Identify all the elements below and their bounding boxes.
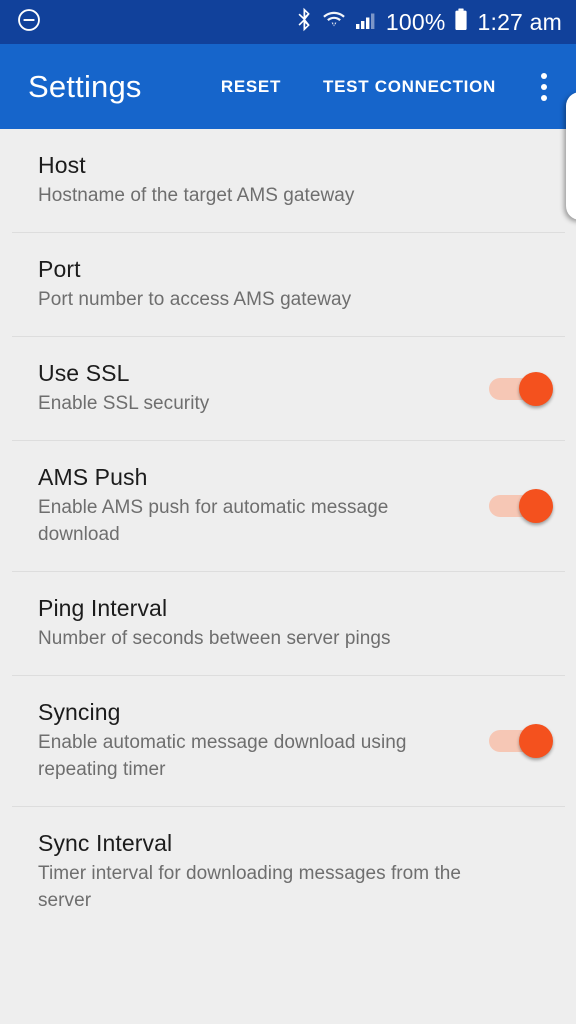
- cellular-signal-icon: [355, 9, 377, 36]
- preference-text: Ping Interval Number of seconds between s…: [38, 594, 490, 653]
- preference-row-syncing[interactable]: Syncing Enable automatic message download…: [0, 676, 576, 807]
- preference-row-host[interactable]: Host Hostname of the target AMS gateway: [0, 129, 576, 233]
- switch-container: [466, 724, 576, 759]
- do-not-disturb-icon: [16, 7, 42, 38]
- preference-text: Sync Interval Timer interval for download…: [38, 829, 490, 915]
- bluetooth-icon: [296, 7, 313, 37]
- toggle-switch-use-ssl[interactable]: [489, 371, 553, 406]
- preference-row-port[interactable]: Port Port number to access AMS gateway: [0, 233, 576, 337]
- page-title: Settings: [28, 68, 142, 104]
- preference-summary: Number of seconds between server pings: [38, 628, 391, 650]
- wifi-icon: [322, 7, 346, 37]
- preference-text: Port Port number to access AMS gateway: [38, 255, 490, 314]
- preference-row-ams-push[interactable]: AMS Push Enable AMS push for automatic me…: [0, 441, 576, 572]
- test-connection-button[interactable]: TEST CONNECTION: [317, 67, 502, 107]
- peeking-panel[interactable]: [566, 92, 576, 220]
- app-bar-actions: RESET TEST CONNECTION: [215, 59, 576, 115]
- preference-summary: Enable automatic message download using …: [38, 732, 407, 781]
- preference-title: Host: [38, 152, 86, 178]
- toggle-switch-ams-push[interactable]: [489, 489, 553, 524]
- preference-text: Host Hostname of the target AMS gateway: [38, 151, 490, 210]
- preference-text: Use SSL Enable SSL security: [38, 359, 466, 418]
- toggle-switch-syncing[interactable]: [489, 724, 553, 759]
- preference-text: AMS Push Enable AMS push for automatic me…: [38, 463, 466, 549]
- preference-row-use-ssl[interactable]: Use SSL Enable SSL security: [0, 337, 576, 441]
- preference-list: Host Hostname of the target AMS gateway Po…: [0, 129, 576, 1024]
- preference-summary: Hostname of the target AMS gateway: [38, 185, 355, 207]
- status-bar-right: 100% 1:27 am: [296, 7, 562, 37]
- preference-title: Syncing: [38, 699, 121, 726]
- switch-thumb: [519, 489, 553, 524]
- reset-button[interactable]: RESET: [215, 67, 287, 107]
- switch-thumb: [519, 724, 553, 759]
- preference-title: Use SSL: [38, 360, 130, 387]
- preference-summary: Timer interval for downloading messages …: [38, 863, 462, 912]
- switch-container: [466, 371, 576, 406]
- preference-summary: Enable AMS push for automatic message do…: [38, 497, 389, 546]
- app-bar: Settings RESET TEST CONNECTION: [0, 44, 576, 129]
- switch-container: [466, 489, 576, 524]
- overflow-menu-icon[interactable]: [520, 59, 568, 115]
- switch-thumb: [519, 371, 553, 406]
- preference-title: AMS Push: [38, 464, 148, 491]
- phone-screen: 100% 1:27 am Settings RESET TEST CONNECT…: [0, 0, 576, 1024]
- battery-full-icon: [454, 8, 468, 37]
- preference-row-sync-interval[interactable]: Sync Interval Timer interval for download…: [0, 807, 576, 938]
- preference-title: Port: [38, 256, 81, 283]
- battery-percent-label: 100%: [385, 8, 446, 35]
- preference-summary: Port number to access AMS gateway: [38, 289, 352, 311]
- preference-title: Sync Interval: [38, 830, 173, 857]
- status-bar-left: [16, 7, 42, 38]
- status-bar: 100% 1:27 am: [0, 0, 576, 44]
- clock-label: 1:27 am: [477, 8, 562, 35]
- preference-row-ping-interval[interactable]: Ping Interval Number of seconds between s…: [0, 572, 576, 676]
- preference-text: Syncing Enable automatic message download…: [38, 698, 466, 784]
- preference-title: Ping Interval: [38, 595, 168, 622]
- preference-summary: Enable SSL security: [38, 393, 210, 415]
